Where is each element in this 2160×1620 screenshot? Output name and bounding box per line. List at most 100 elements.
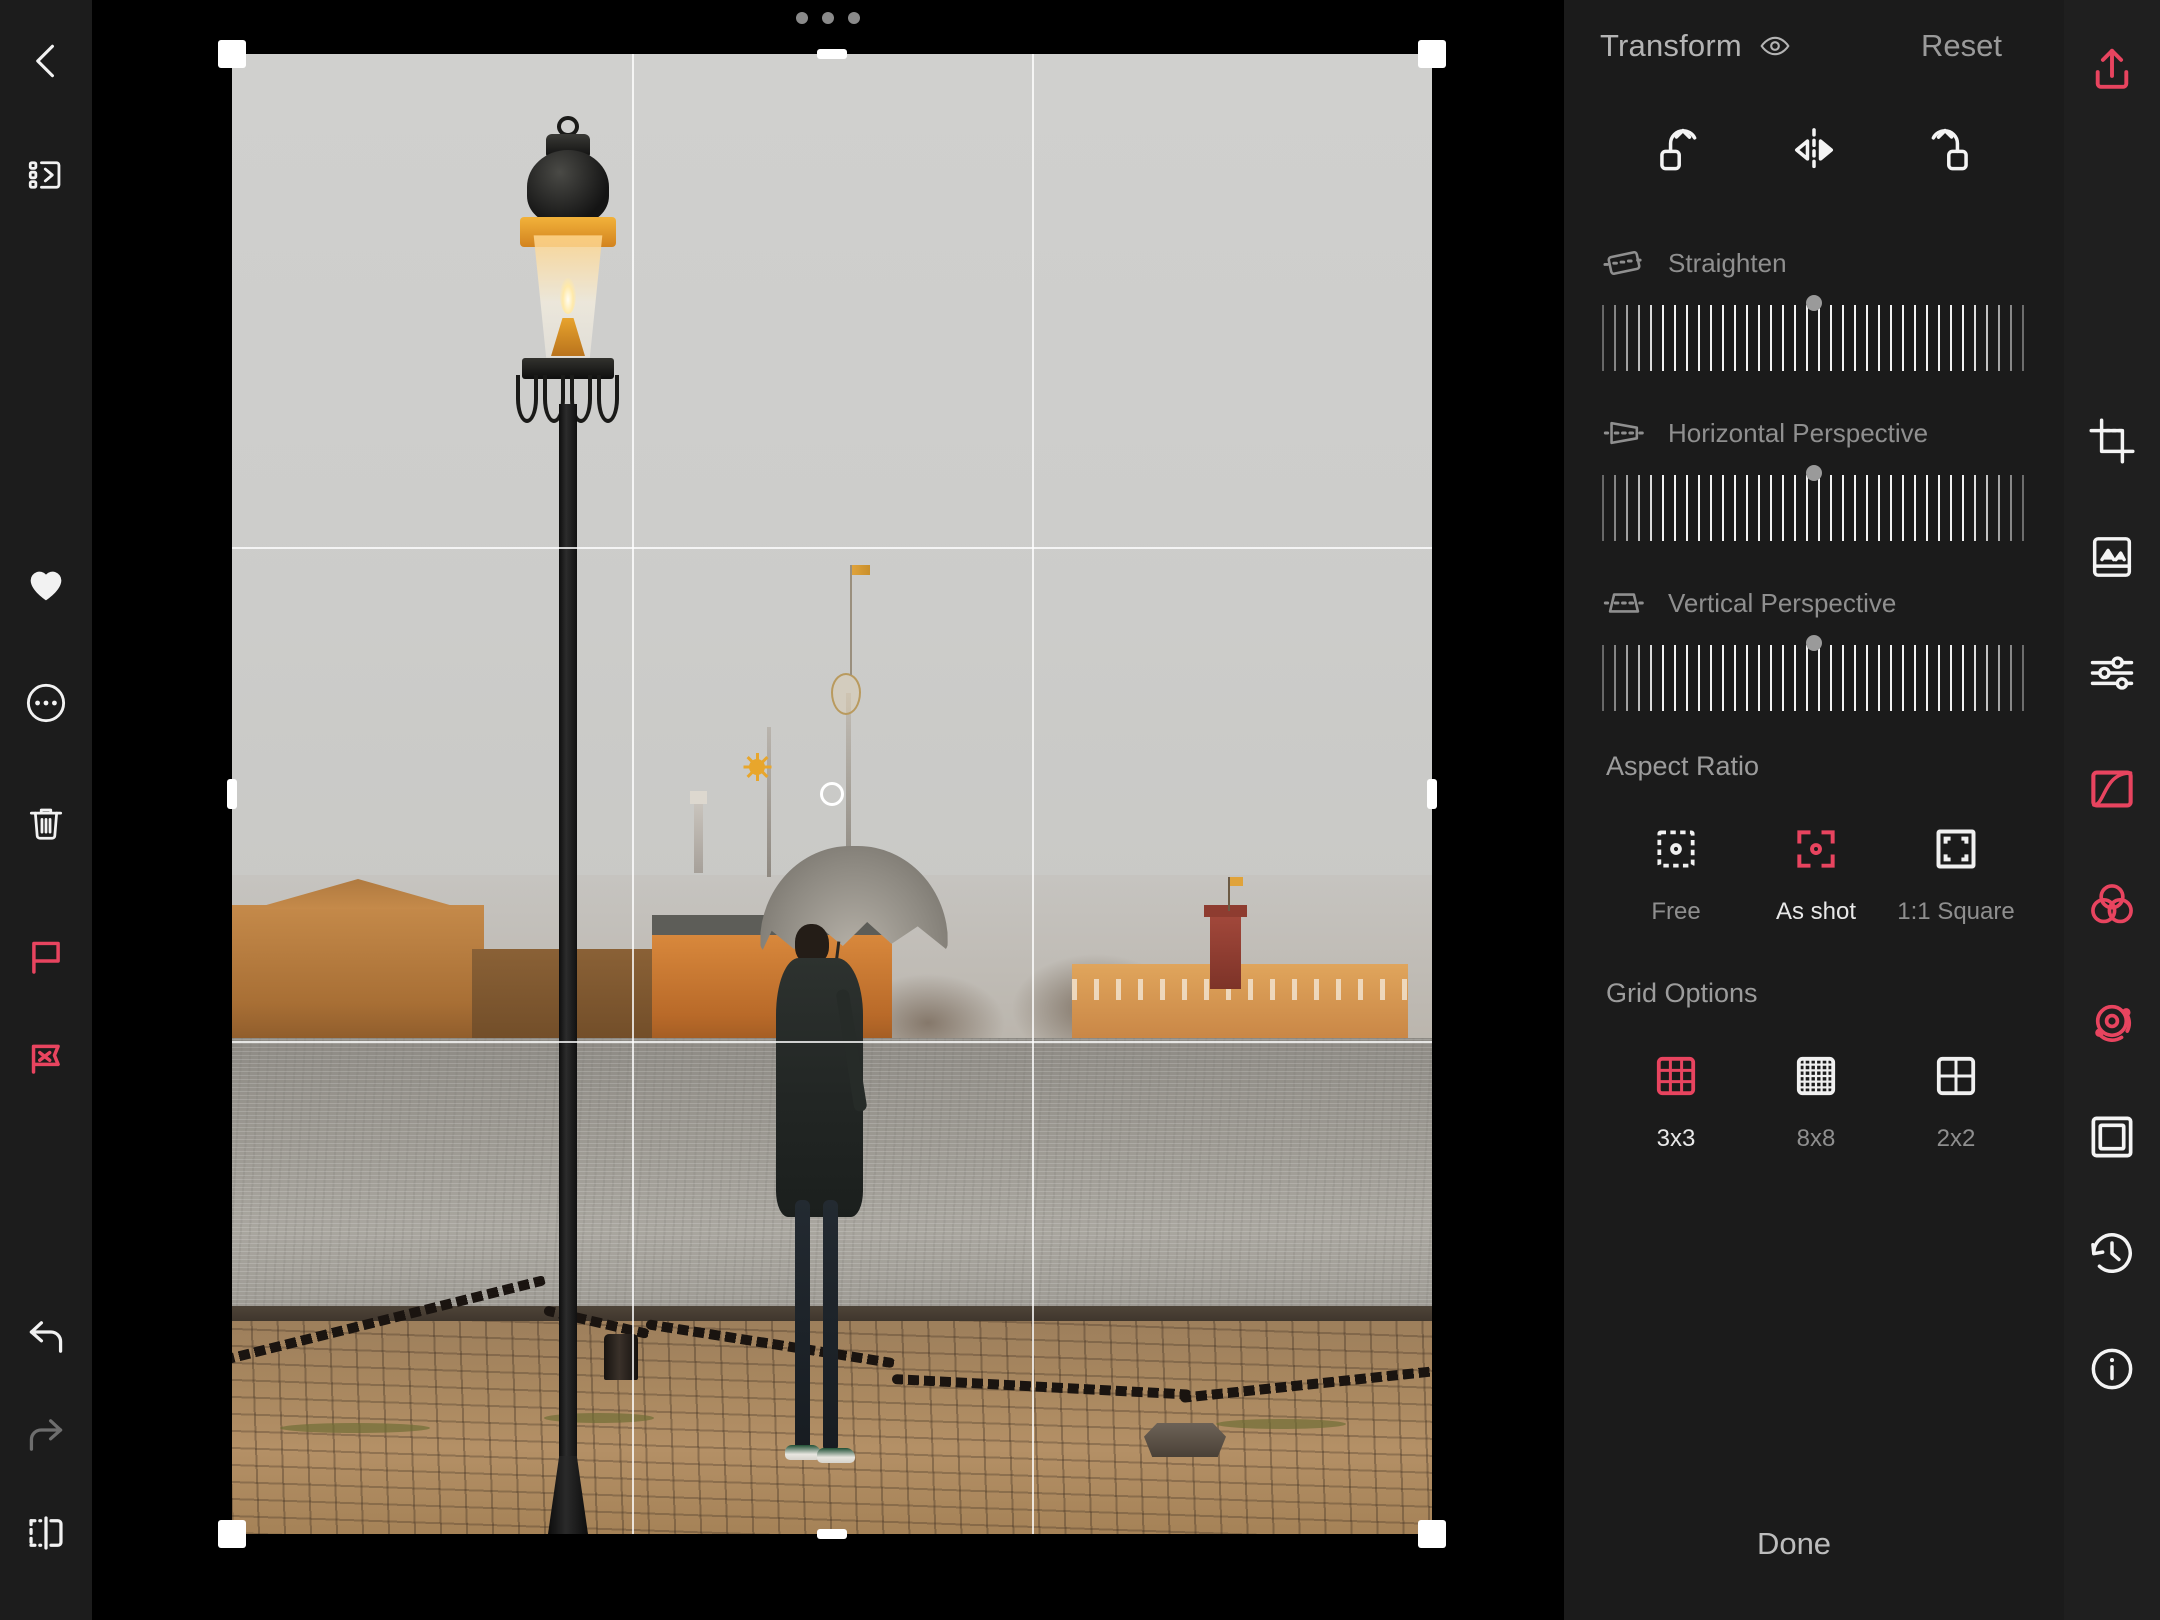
rotation-center-handle[interactable] bbox=[820, 782, 844, 806]
aspect-option-as-shot[interactable]: As shot bbox=[1746, 816, 1886, 926]
favorite-button[interactable] bbox=[0, 544, 92, 622]
grid-option-8x8[interactable]: 8x8 bbox=[1746, 1043, 1886, 1153]
crop-handle-left[interactable] bbox=[227, 779, 237, 809]
transform-sliders: Straighten Horizontal Perspective bbox=[1564, 183, 2064, 713]
crop-handle-right[interactable] bbox=[1427, 779, 1437, 809]
tool-geometry[interactable] bbox=[2064, 1094, 2160, 1180]
ruler-thumb[interactable] bbox=[1806, 635, 1822, 651]
history-clock-icon bbox=[2086, 1227, 2138, 1279]
slider-straighten[interactable]: Straighten bbox=[1564, 241, 2064, 373]
transform-panel: Transform Reset bbox=[1564, 0, 2064, 1620]
flag-pick-button[interactable] bbox=[0, 918, 92, 996]
crop-handle-bottom[interactable] bbox=[817, 1529, 847, 1539]
rotate-right-button[interactable] bbox=[1918, 122, 1974, 183]
grid-options-title: Grid Options bbox=[1564, 978, 2064, 1009]
aspect-option-free[interactable]: Free bbox=[1606, 816, 1746, 926]
ellipsis-circle-icon bbox=[23, 680, 69, 726]
crop-handle-top-right[interactable] bbox=[1418, 40, 1446, 68]
aspect-option-square[interactable]: 1:1 Square bbox=[1886, 816, 2026, 926]
aspect-ratio-title: Aspect Ratio bbox=[1564, 751, 2064, 782]
grid-option-label: Pl bbox=[2026, 1125, 2064, 1153]
grid-3x3-icon bbox=[1652, 1052, 1700, 1100]
aspect-option-label: As shot bbox=[1746, 898, 1886, 926]
frame-square-icon bbox=[2086, 1111, 2138, 1163]
tool-history[interactable] bbox=[2064, 1210, 2160, 1296]
crop-square-icon bbox=[1931, 824, 1981, 874]
tool-color-mix[interactable] bbox=[2064, 862, 2160, 948]
image-presets-icon bbox=[2086, 531, 2138, 583]
flag-reject-button[interactable] bbox=[0, 1018, 92, 1096]
crop-handle-bottom-right[interactable] bbox=[1418, 1520, 1446, 1548]
slider-label: Vertical Perspective bbox=[1668, 588, 1896, 619]
rotate-tools-row bbox=[1564, 100, 2064, 183]
tool-info[interactable] bbox=[2064, 1326, 2160, 1412]
share-upload-icon bbox=[2086, 43, 2138, 95]
info-circle-icon bbox=[2086, 1343, 2138, 1395]
ruler-ticks bbox=[1602, 305, 2026, 371]
flip-horizontal-icon bbox=[1786, 122, 1842, 178]
flag-reject-icon bbox=[24, 1035, 68, 1079]
aspect-option-ratio[interactable]: 2:3 3 bbox=[2026, 816, 2064, 926]
redo-button[interactable] bbox=[0, 1396, 92, 1474]
straighten-ruler[interactable] bbox=[1588, 295, 2040, 373]
flag-icon bbox=[24, 935, 68, 979]
crop-handle-top-left[interactable] bbox=[218, 40, 246, 68]
grid-option-more[interactable]: Pl bbox=[2026, 1043, 2064, 1153]
chevron-left-icon bbox=[24, 39, 68, 83]
page-dots-indicator bbox=[796, 12, 860, 24]
grid-option-label: 8x8 bbox=[1746, 1125, 1886, 1153]
undo-arrow-icon bbox=[23, 1314, 69, 1360]
crop-frame[interactable] bbox=[232, 54, 1432, 1534]
optics-orbit-icon bbox=[2086, 995, 2138, 1047]
panel-title-group: Transform bbox=[1600, 28, 1792, 64]
crop-handle-bottom-left[interactable] bbox=[218, 1520, 246, 1548]
tool-crop[interactable] bbox=[2064, 398, 2160, 484]
grid-options-section: Grid Options 3x3 8x8 bbox=[1564, 978, 2064, 1153]
horizontal-perspective-ruler[interactable] bbox=[1588, 465, 2040, 543]
grid-option-3x3[interactable]: 3x3 bbox=[1606, 1043, 1746, 1153]
before-after-button[interactable] bbox=[0, 1494, 92, 1572]
tone-curve-icon bbox=[2086, 763, 2138, 815]
crop-free-icon bbox=[1651, 824, 1701, 874]
reset-button[interactable]: Reset bbox=[1921, 28, 2002, 64]
sliders-icon bbox=[2086, 647, 2138, 699]
grid-8x8-icon bbox=[1792, 1052, 1840, 1100]
page-dot bbox=[848, 12, 860, 24]
straighten-icon bbox=[1602, 241, 1646, 285]
slider-vertical-perspective[interactable]: Vertical Perspective bbox=[1564, 581, 2064, 713]
rotate-left-button[interactable] bbox=[1654, 122, 1710, 183]
filmstrip-toggle-button[interactable] bbox=[0, 136, 92, 214]
slider-label: Horizontal Perspective bbox=[1668, 418, 1928, 449]
left-sidebar bbox=[0, 0, 92, 1620]
ruler-ticks bbox=[1602, 475, 2026, 541]
rotate-right-icon bbox=[1918, 122, 1974, 178]
photo-canvas[interactable] bbox=[92, 0, 1564, 1620]
eye-icon[interactable] bbox=[1758, 29, 1792, 63]
share-button[interactable] bbox=[2064, 26, 2160, 112]
rotate-left-icon bbox=[1654, 122, 1710, 178]
trash-icon bbox=[24, 801, 68, 845]
tool-effects[interactable] bbox=[2064, 978, 2160, 1064]
vertical-perspective-ruler[interactable] bbox=[1588, 635, 2040, 713]
back-chevron-button[interactable] bbox=[0, 22, 92, 100]
compare-split-icon bbox=[23, 1510, 69, 1556]
crop-handle-top[interactable] bbox=[817, 49, 847, 59]
tool-light[interactable] bbox=[2064, 630, 2160, 716]
page-title: Transform bbox=[1600, 28, 1742, 64]
aspect-option-label: 2:3 3 bbox=[2026, 898, 2064, 926]
grid-option-2x2[interactable]: 2x2 bbox=[1886, 1043, 2026, 1153]
ruler-thumb[interactable] bbox=[1806, 295, 1822, 311]
tool-rail bbox=[2064, 0, 2160, 1620]
page-dot bbox=[822, 12, 834, 24]
undo-button[interactable] bbox=[0, 1298, 92, 1376]
flip-horizontal-button[interactable] bbox=[1786, 122, 1842, 183]
slider-horizontal-perspective[interactable]: Horizontal Perspective bbox=[1564, 411, 2064, 543]
more-options-button[interactable] bbox=[0, 664, 92, 742]
tool-curve[interactable] bbox=[2064, 746, 2160, 832]
grid-options-list: 3x3 8x8 2x2 bbox=[1564, 1009, 2064, 1153]
done-button[interactable]: Done bbox=[1564, 1526, 2024, 1562]
ruler-thumb[interactable] bbox=[1806, 465, 1822, 481]
tool-presets[interactable] bbox=[2064, 514, 2160, 600]
delete-button[interactable] bbox=[0, 784, 92, 862]
panel-header: Transform Reset bbox=[1564, 0, 2064, 100]
